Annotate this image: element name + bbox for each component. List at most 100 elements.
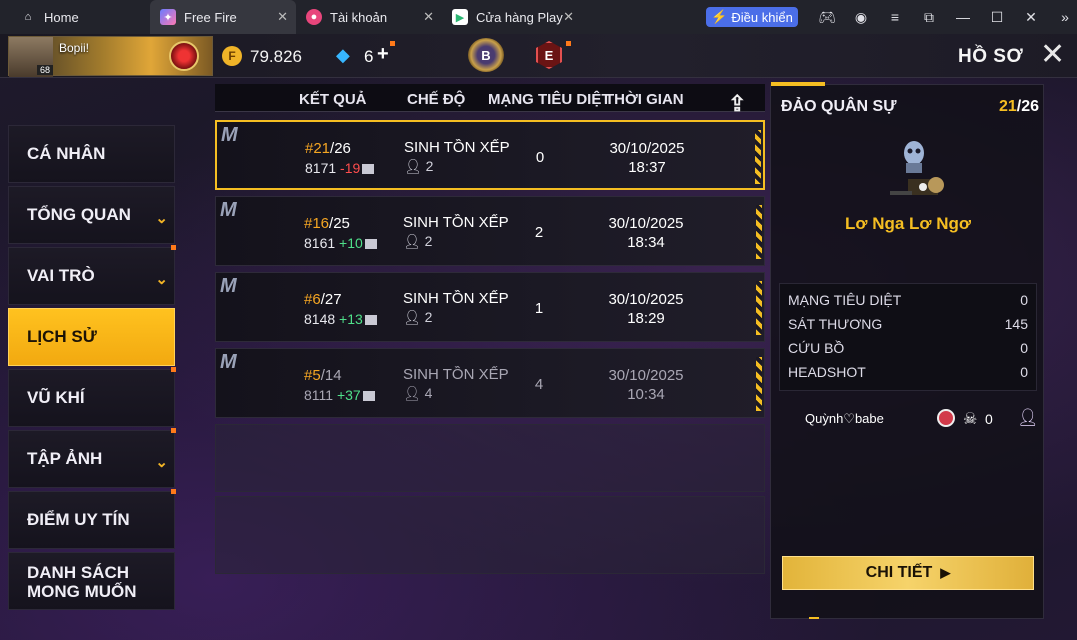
row-stripe (755, 130, 761, 184)
person-icon: 👤︎ (403, 233, 421, 249)
header-result: KẾT QUẢ (299, 91, 367, 108)
expand-icon[interactable]: » (1048, 9, 1077, 25)
teammate-row[interactable]: Quỳnh♡babe ☠ 0 👤︎ (771, 405, 1045, 435)
page-title: HỒ SƠ (958, 46, 1024, 67)
close-profile-icon[interactable]: ✕ (1040, 40, 1065, 70)
rank-value: #6 (304, 291, 321, 308)
match-points: 8148 +13 (304, 311, 377, 327)
br-rank-badge-icon[interactable]: B (468, 38, 504, 72)
menu-item-overview[interactable]: TỔNG QUAN ⌄ (8, 186, 175, 244)
note-icon (364, 239, 377, 250)
play-store-icon: ▶ (452, 9, 468, 25)
close-tab-icon[interactable]: ✕ (563, 9, 574, 25)
match-detail-panel: ĐẢO QUÂN SỰ 21/26 Lơ Nga Lơ Ngơ MẠNG TIÊ… (770, 82, 1045, 619)
coin-balance: 79.826 (250, 47, 302, 66)
party-value: 2 (425, 158, 434, 174)
share-icon[interactable]: ⇪ (728, 91, 746, 117)
party-size: 👤︎ 2 (403, 309, 432, 326)
menu-label: TẬP ẢNH (27, 449, 103, 468)
match-rank: #21/26 (305, 140, 351, 157)
skull-kill-icon: ☠ (963, 411, 978, 428)
menu-label: ĐIỂM UY TÍN (27, 510, 130, 529)
close-icon[interactable]: ✕ (1014, 9, 1048, 26)
points-delta: +13 (339, 311, 363, 327)
home-icon: ⌂ (24, 11, 32, 23)
player-level: 68 (37, 65, 54, 75)
lightning-icon: ⚡ (711, 9, 728, 24)
diamond-icon: ◆ (336, 45, 350, 65)
tab-play-store[interactable]: ▶ Cửa hàng Play ✕ (442, 0, 582, 34)
stat-label: CỨU BỒ (788, 340, 845, 356)
menu-icon[interactable]: ≡ (878, 9, 912, 25)
menu-item-personal[interactable]: CÁ NHÂN (8, 125, 175, 183)
close-tab-icon[interactable]: ✕ (277, 9, 288, 25)
tab-label: Tài khoản (330, 9, 388, 25)
points-delta: -19 (340, 160, 361, 176)
details-button[interactable]: CHI TIẾT ▶ (782, 556, 1034, 590)
tier-icon: M (220, 275, 237, 297)
menu-label: CÁ NHÂN (27, 144, 106, 163)
title-bar: ⌂ Home ✦ Free Fire ✕ ● Tài khoản ✕ ▶ Cửa… (0, 0, 1077, 34)
tier-icon: M (221, 124, 238, 146)
menu-item-role[interactable]: VAI TRÒ ⌄ (8, 245, 176, 305)
menu-item-weapons[interactable]: VŨ KHÍ (8, 367, 176, 427)
menu-label: VŨ KHÍ (27, 388, 85, 407)
person-icon: 👤︎ (403, 309, 421, 325)
restore-icon[interactable]: ⧉ (912, 9, 946, 26)
tier-icon: M (220, 351, 237, 373)
elite-pass-badge-icon[interactable]: E (536, 41, 562, 69)
player-title: Lơ Nga Lơ Ngơ (845, 214, 971, 233)
game-viewport: 68 Bopii! F 79.826 ◆ 6 + B E HỒ SƠ ✕ CÁ … (0, 34, 1077, 640)
chevron-down-icon: ⌄ (155, 454, 168, 471)
match-rank: #5/14 (304, 367, 342, 384)
stat-value: 0 (1020, 364, 1028, 380)
menu-label: LỊCH SỬ (27, 327, 97, 346)
user-icon[interactable]: ◉ (844, 9, 878, 26)
rank-total: /26 (330, 140, 351, 157)
tab-label: Cửa hàng Play (476, 9, 563, 25)
party-size: 👤︎ 2 (403, 233, 432, 250)
points-value: 8148 (304, 311, 336, 327)
table-row-empty (215, 496, 765, 574)
rank-value: #21 (305, 140, 331, 157)
match-date: 30/10/2025 (608, 291, 684, 308)
stat-row: CỨU BỒ 0 (788, 340, 1028, 356)
rank-total: /25 (329, 215, 350, 232)
control-button[interactable]: ⚡ Điều khiển (706, 7, 798, 27)
add-diamond-button[interactable]: + (377, 43, 389, 66)
tab-home[interactable]: ⌂ Home (0, 0, 150, 34)
maximize-icon[interactable]: ☐ (980, 9, 1014, 26)
tab-label: Home (44, 9, 79, 25)
stat-value: 0 (1020, 340, 1028, 356)
match-date: 30/10/2025 (608, 367, 684, 384)
note-icon (364, 315, 377, 326)
table-row[interactable]: M #21/26 8171 -19 SINH TỒN XẾP HẠNG 👤︎ 2… (215, 120, 765, 190)
menu-item-wishlist[interactable]: DANH SÁCH MONG MUỐN (8, 552, 175, 610)
menu-item-reputation[interactable]: ĐIỂM UY TÍN (8, 489, 176, 549)
tab-account[interactable]: ● Tài khoản ✕ (296, 0, 442, 34)
stats-box: MẠNG TIÊU DIỆT 0 SÁT THƯƠNG 145 CỨU BỒ 0 HE… (779, 283, 1037, 391)
player-banner[interactable]: 68 Bopii! (8, 36, 213, 77)
player-name: Bopii! (59, 41, 90, 55)
notification-dot (171, 489, 176, 494)
match-date: 30/10/2025 (609, 140, 685, 157)
person-icon: 👤︎ (403, 385, 421, 401)
stat-label: HEADSHOT (788, 364, 866, 380)
table-row[interactable]: M #6/27 8148 +13 SINH TỒN XẾP HẠNG 👤︎ 2 … (215, 272, 765, 342)
minimize-icon[interactable]: — (946, 9, 980, 25)
menu-item-album[interactable]: TẬP ẢNH ⌄ (8, 428, 176, 488)
add-friend-icon[interactable]: 👤︎ (1017, 408, 1039, 428)
gamepad-icon[interactable]: 🎮︎ (810, 9, 844, 26)
table-row[interactable]: M #5/14 8111 +37 SINH TỒN XẾP HẠNG 👤︎ 4 … (215, 348, 765, 418)
free-fire-icon: ✦ (160, 9, 176, 25)
table-row[interactable]: M #16/25 8161 +10 SINH TỒN XẾP HẠNG 👤︎ 2… (215, 196, 765, 266)
menu-item-history[interactable]: LỊCH SỬ (8, 308, 175, 366)
tab-free-fire[interactable]: ✦ Free Fire ✕ (150, 0, 296, 34)
close-tab-icon[interactable]: ✕ (423, 9, 434, 25)
row-stripe (756, 281, 762, 335)
stat-label: SÁT THƯƠNG (788, 316, 883, 332)
row-stripe (756, 205, 762, 259)
match-rank: #6/27 (304, 291, 342, 308)
points-value: 8111 (304, 387, 334, 403)
row-stripe (756, 357, 762, 411)
